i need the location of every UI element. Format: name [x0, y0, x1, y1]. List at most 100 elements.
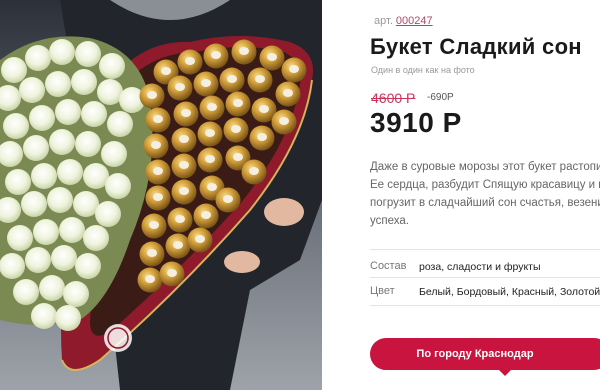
product-title: Букет Сладкий сон	[370, 34, 582, 59]
rose	[45, 71, 71, 97]
candy-label	[279, 117, 289, 125]
candy-label	[151, 141, 161, 149]
rose	[99, 53, 125, 79]
rose	[7, 225, 33, 251]
rose	[75, 131, 101, 157]
button-notch	[498, 369, 512, 376]
sku-line: арт. 000247	[374, 15, 433, 27]
current-price: 3910 Р	[370, 107, 462, 138]
candy-label	[223, 195, 233, 203]
rose	[39, 275, 65, 301]
candy-label	[267, 53, 277, 61]
discount-badge: -690Р	[427, 92, 454, 103]
rose	[33, 219, 59, 245]
rose	[19, 77, 45, 103]
candy-label	[175, 215, 185, 223]
candy-label	[175, 83, 185, 91]
candy-label	[195, 235, 205, 243]
candy-label	[207, 183, 217, 191]
rose	[25, 247, 51, 273]
rose	[31, 163, 57, 189]
city-button-label: По городу Краснодар	[416, 348, 534, 360]
rose	[25, 45, 51, 71]
candy-label	[205, 129, 215, 137]
candy-label	[249, 167, 259, 175]
rose	[5, 169, 31, 195]
rose	[59, 217, 85, 243]
rose	[107, 111, 133, 137]
description-line: погрузит в сладчайший сон счастья, везен…	[370, 197, 600, 209]
rose	[49, 39, 75, 65]
rose	[81, 101, 107, 127]
rose	[23, 135, 49, 161]
candy-label	[205, 155, 215, 163]
candy-label	[167, 269, 177, 277]
product-subtitle: Один в один как на фото	[371, 65, 475, 75]
candy-label	[211, 51, 221, 59]
description-line: Даже в суровые морозы этот букет растопи…	[370, 161, 600, 173]
candy-label	[259, 105, 269, 113]
product-description: Даже в суровые морозы этот букет растопи…	[370, 158, 600, 230]
rose	[75, 41, 101, 67]
candy-label	[145, 275, 155, 283]
rose	[1, 57, 27, 83]
candy-label	[255, 75, 265, 83]
candy-label	[185, 57, 195, 65]
candy-label	[181, 109, 191, 117]
candy-label	[153, 167, 163, 175]
candy-label	[231, 125, 241, 133]
rose	[55, 99, 81, 125]
divider	[370, 277, 600, 278]
attr-value-color: Белый, Бордовый, Красный, Золотой	[419, 286, 600, 298]
candy-label	[201, 211, 211, 219]
candy-label	[207, 103, 217, 111]
rose	[47, 187, 73, 213]
candy-label	[153, 115, 163, 123]
old-price: 4600 Р	[371, 90, 416, 106]
candy-label	[179, 135, 189, 143]
candy-label	[233, 99, 243, 107]
rose	[95, 201, 121, 227]
divider	[370, 305, 600, 306]
candy-label	[179, 187, 189, 195]
rose	[0, 253, 25, 279]
divider	[370, 249, 600, 250]
rose	[29, 105, 55, 131]
rose	[83, 225, 109, 251]
candy-label	[147, 249, 157, 257]
candy-label	[149, 221, 159, 229]
product-info: арт. 000247 Букет Сладкий сон Один в один…	[370, 0, 600, 390]
candy-label	[179, 161, 189, 169]
rose	[31, 303, 57, 329]
rose	[75, 253, 101, 279]
candy-label	[173, 241, 183, 249]
candy-label	[283, 89, 293, 97]
candy-label	[153, 193, 163, 201]
rose	[57, 159, 83, 185]
rose	[13, 279, 39, 305]
candy-label	[233, 153, 243, 161]
rose	[55, 305, 81, 331]
candy-label	[161, 67, 171, 75]
description-line: успеха.	[370, 215, 409, 227]
description-line: Ее сердца, разбудит Спящую красавицу и в…	[370, 179, 600, 191]
rose	[71, 69, 97, 95]
rose	[101, 141, 127, 167]
candy-label	[227, 75, 237, 83]
candy-label	[147, 91, 157, 99]
rose	[105, 173, 131, 199]
candy-label	[239, 47, 249, 55]
attr-label-composition: Состав	[370, 260, 407, 272]
rose	[63, 281, 89, 307]
rose	[21, 191, 47, 217]
sku-label: арт.	[374, 15, 393, 27]
product-photo[interactable]	[0, 0, 322, 390]
city-delivery-button[interactable]: По городу Краснодар	[370, 338, 600, 376]
rose	[51, 245, 77, 271]
rose	[3, 113, 29, 139]
attr-value-composition: роза, сладости и фрукты	[419, 261, 541, 273]
candy-label	[257, 133, 267, 141]
attr-label-color: Цвет	[370, 285, 395, 297]
sku-code-link[interactable]: 000247	[396, 15, 433, 27]
candy-label	[201, 79, 211, 87]
